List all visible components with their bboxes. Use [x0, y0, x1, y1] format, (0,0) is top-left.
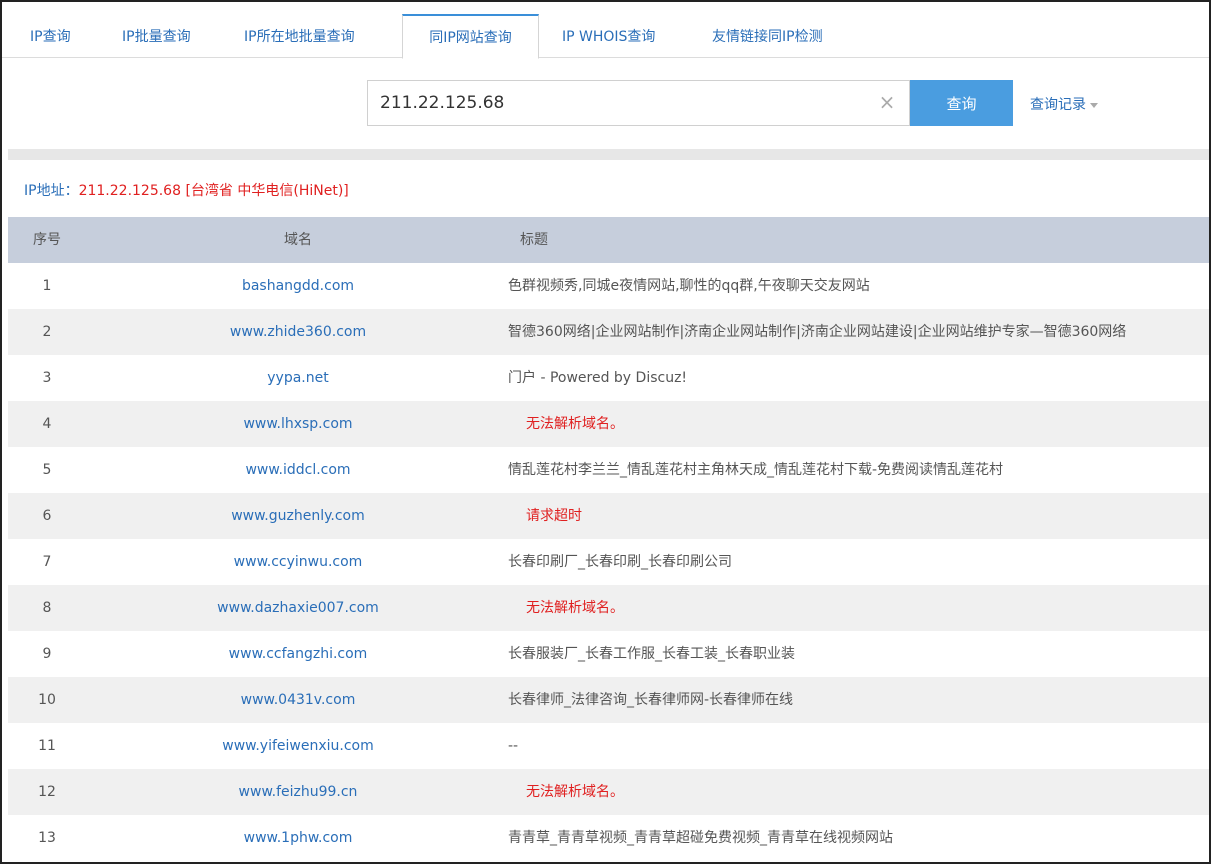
- ip-info-value: 211.22.125.68 [台湾省 中华电信(HiNet)]: [78, 183, 349, 199]
- site-title: 青青草_青青草视频_青青草超碰免费视频_青青草在线视频网站: [508, 830, 893, 846]
- header-no: 序号: [33, 232, 61, 248]
- table-body: 1 bashangdd.com 色群视频秀,同城e夜情网站,聊性的qq群,午夜聊天交…: [8, 263, 1209, 861]
- title-error: 无法解析域名。: [526, 600, 624, 616]
- title-error: 请求超时: [526, 508, 582, 524]
- site-title: 门户 - Powered by Discuz!: [508, 370, 688, 386]
- row-number: 6: [42, 508, 52, 524]
- same-ip-sites-table: 序号 域名 标题 1 bashangdd.com 色群视频秀,同城e夜情网站,聊性的…: [8, 217, 1209, 861]
- search-box: ×: [367, 80, 910, 126]
- site-title: 智德360网络|企业网站制作|济南企业网站制作|济南企业网站建设|企业网站维护专…: [508, 324, 1127, 340]
- domain-link[interactable]: www.lhxsp.com: [138, 401, 458, 447]
- domain-link[interactable]: www.ccfangzhi.com: [138, 631, 458, 677]
- tab-ip-batch-query[interactable]: IP批量查询: [122, 16, 191, 58]
- row-number: 11: [38, 738, 56, 754]
- table-row: 8 www.dazhaxie007.com 无法解析域名。: [8, 585, 1209, 631]
- row-number: 8: [42, 600, 52, 616]
- table-row: 4 www.lhxsp.com 无法解析域名。: [8, 401, 1209, 447]
- row-number: 5: [42, 462, 52, 478]
- table-row: 7 www.ccyinwu.com 长春印刷厂_长春印刷_长春印刷公司: [8, 539, 1209, 585]
- table-row: 2 www.zhide360.com 智德360网络|企业网站制作|济南企业网站制作…: [8, 309, 1209, 355]
- table-row: 5 www.iddcl.com 情乱莲花村李兰兰_情乱莲花村主角林天成_情乱莲花村下…: [8, 447, 1209, 493]
- site-title: --: [508, 738, 519, 754]
- site-title: 情乱莲花村李兰兰_情乱莲花村主角林天成_情乱莲花村下载-免费阅读情乱莲花村: [508, 462, 1004, 478]
- domain-link[interactable]: www.guzhenly.com: [138, 493, 458, 539]
- domain-link[interactable]: www.zhide360.com: [138, 309, 458, 355]
- row-number: 13: [38, 830, 56, 846]
- table-header: 序号 域名 标题: [8, 217, 1209, 263]
- site-title: 色群视频秀,同城e夜情网站,聊性的qq群,午夜聊天交友网站: [508, 278, 870, 294]
- table-row: 11 www.yifeiwenxiu.com --: [8, 723, 1209, 769]
- tab-ip-whois[interactable]: IP WHOIS查询: [562, 16, 655, 58]
- query-history-dropdown[interactable]: 查询记录: [1030, 94, 1098, 114]
- domain-link[interactable]: www.feizhu99.cn: [138, 769, 458, 815]
- domain-link[interactable]: bashangdd.com: [138, 263, 458, 309]
- table-row: 10 www.0431v.com 长春律师_法律咨询_长春律师网-长春律师在线: [8, 677, 1209, 723]
- page-frame: IP查询 IP批量查询 IP所在地批量查询 同IP网站查询 IP WHOIS查询…: [0, 0, 1211, 864]
- table-row: 13 www.1phw.com 青青草_青青草视频_青青草超碰免费视频_青青草在线视…: [8, 815, 1209, 861]
- tab-ip-query[interactable]: IP查询: [30, 16, 71, 58]
- row-number: 1: [42, 278, 52, 294]
- header-title: 标题: [520, 232, 548, 248]
- row-number: 12: [38, 784, 56, 800]
- row-number: 9: [42, 646, 52, 662]
- table-row: 9 www.ccfangzhi.com 长春服装厂_长春工作服_长春工装_长春职业装: [8, 631, 1209, 677]
- query-button[interactable]: 查询: [910, 80, 1013, 126]
- table-row: 3 yypa.net 门户 - Powered by Discuz!: [8, 355, 1209, 401]
- domain-link[interactable]: www.1phw.com: [138, 815, 458, 861]
- table-row: 1 bashangdd.com 色群视频秀,同城e夜情网站,聊性的qq群,午夜聊天交…: [8, 263, 1209, 309]
- table-row: 12 www.feizhu99.cn 无法解析域名。: [8, 769, 1209, 815]
- row-number: 3: [42, 370, 52, 386]
- tab-same-ip-sites[interactable]: 同IP网站查询: [402, 14, 539, 59]
- ip-info-label: IP地址：: [24, 183, 79, 199]
- domain-link[interactable]: www.ccyinwu.com: [138, 539, 458, 585]
- ip-info: IP地址：211.22.125.68 [台湾省 中华电信(HiNet)]: [24, 180, 349, 200]
- tab-bar: IP查询 IP批量查询 IP所在地批量查询 同IP网站查询 IP WHOIS查询…: [2, 2, 1209, 59]
- domain-link[interactable]: yypa.net: [138, 355, 458, 401]
- row-number: 10: [38, 692, 56, 708]
- table-row: 6 www.guzhenly.com 请求超时: [8, 493, 1209, 539]
- section-divider: [8, 149, 1209, 160]
- site-title: 长春服装厂_长春工作服_长春工装_长春职业装: [508, 646, 795, 662]
- site-title: 长春律师_法律咨询_长春律师网-长春律师在线: [508, 692, 794, 708]
- caret-down-icon: [1090, 102, 1098, 108]
- row-number: 4: [42, 416, 52, 432]
- ip-search-input[interactable]: [368, 81, 868, 125]
- clear-icon[interactable]: ×: [877, 92, 897, 112]
- title-error: 无法解析域名。: [526, 784, 624, 800]
- row-number: 2: [42, 324, 52, 340]
- domain-link[interactable]: www.dazhaxie007.com: [138, 585, 458, 631]
- title-error: 无法解析域名。: [526, 416, 624, 432]
- domain-link[interactable]: www.0431v.com: [138, 677, 458, 723]
- tab-friend-link-check[interactable]: 友情链接同IP检测: [712, 16, 823, 58]
- domain-link[interactable]: www.iddcl.com: [138, 447, 458, 493]
- tab-ip-location-batch[interactable]: IP所在地批量查询: [244, 16, 355, 58]
- query-history-label: 查询记录: [1030, 97, 1086, 113]
- header-domain: 域名: [284, 232, 312, 248]
- domain-link[interactable]: www.yifeiwenxiu.com: [138, 723, 458, 769]
- row-number: 7: [42, 554, 52, 570]
- site-title: 长春印刷厂_长春印刷_长春印刷公司: [508, 554, 732, 570]
